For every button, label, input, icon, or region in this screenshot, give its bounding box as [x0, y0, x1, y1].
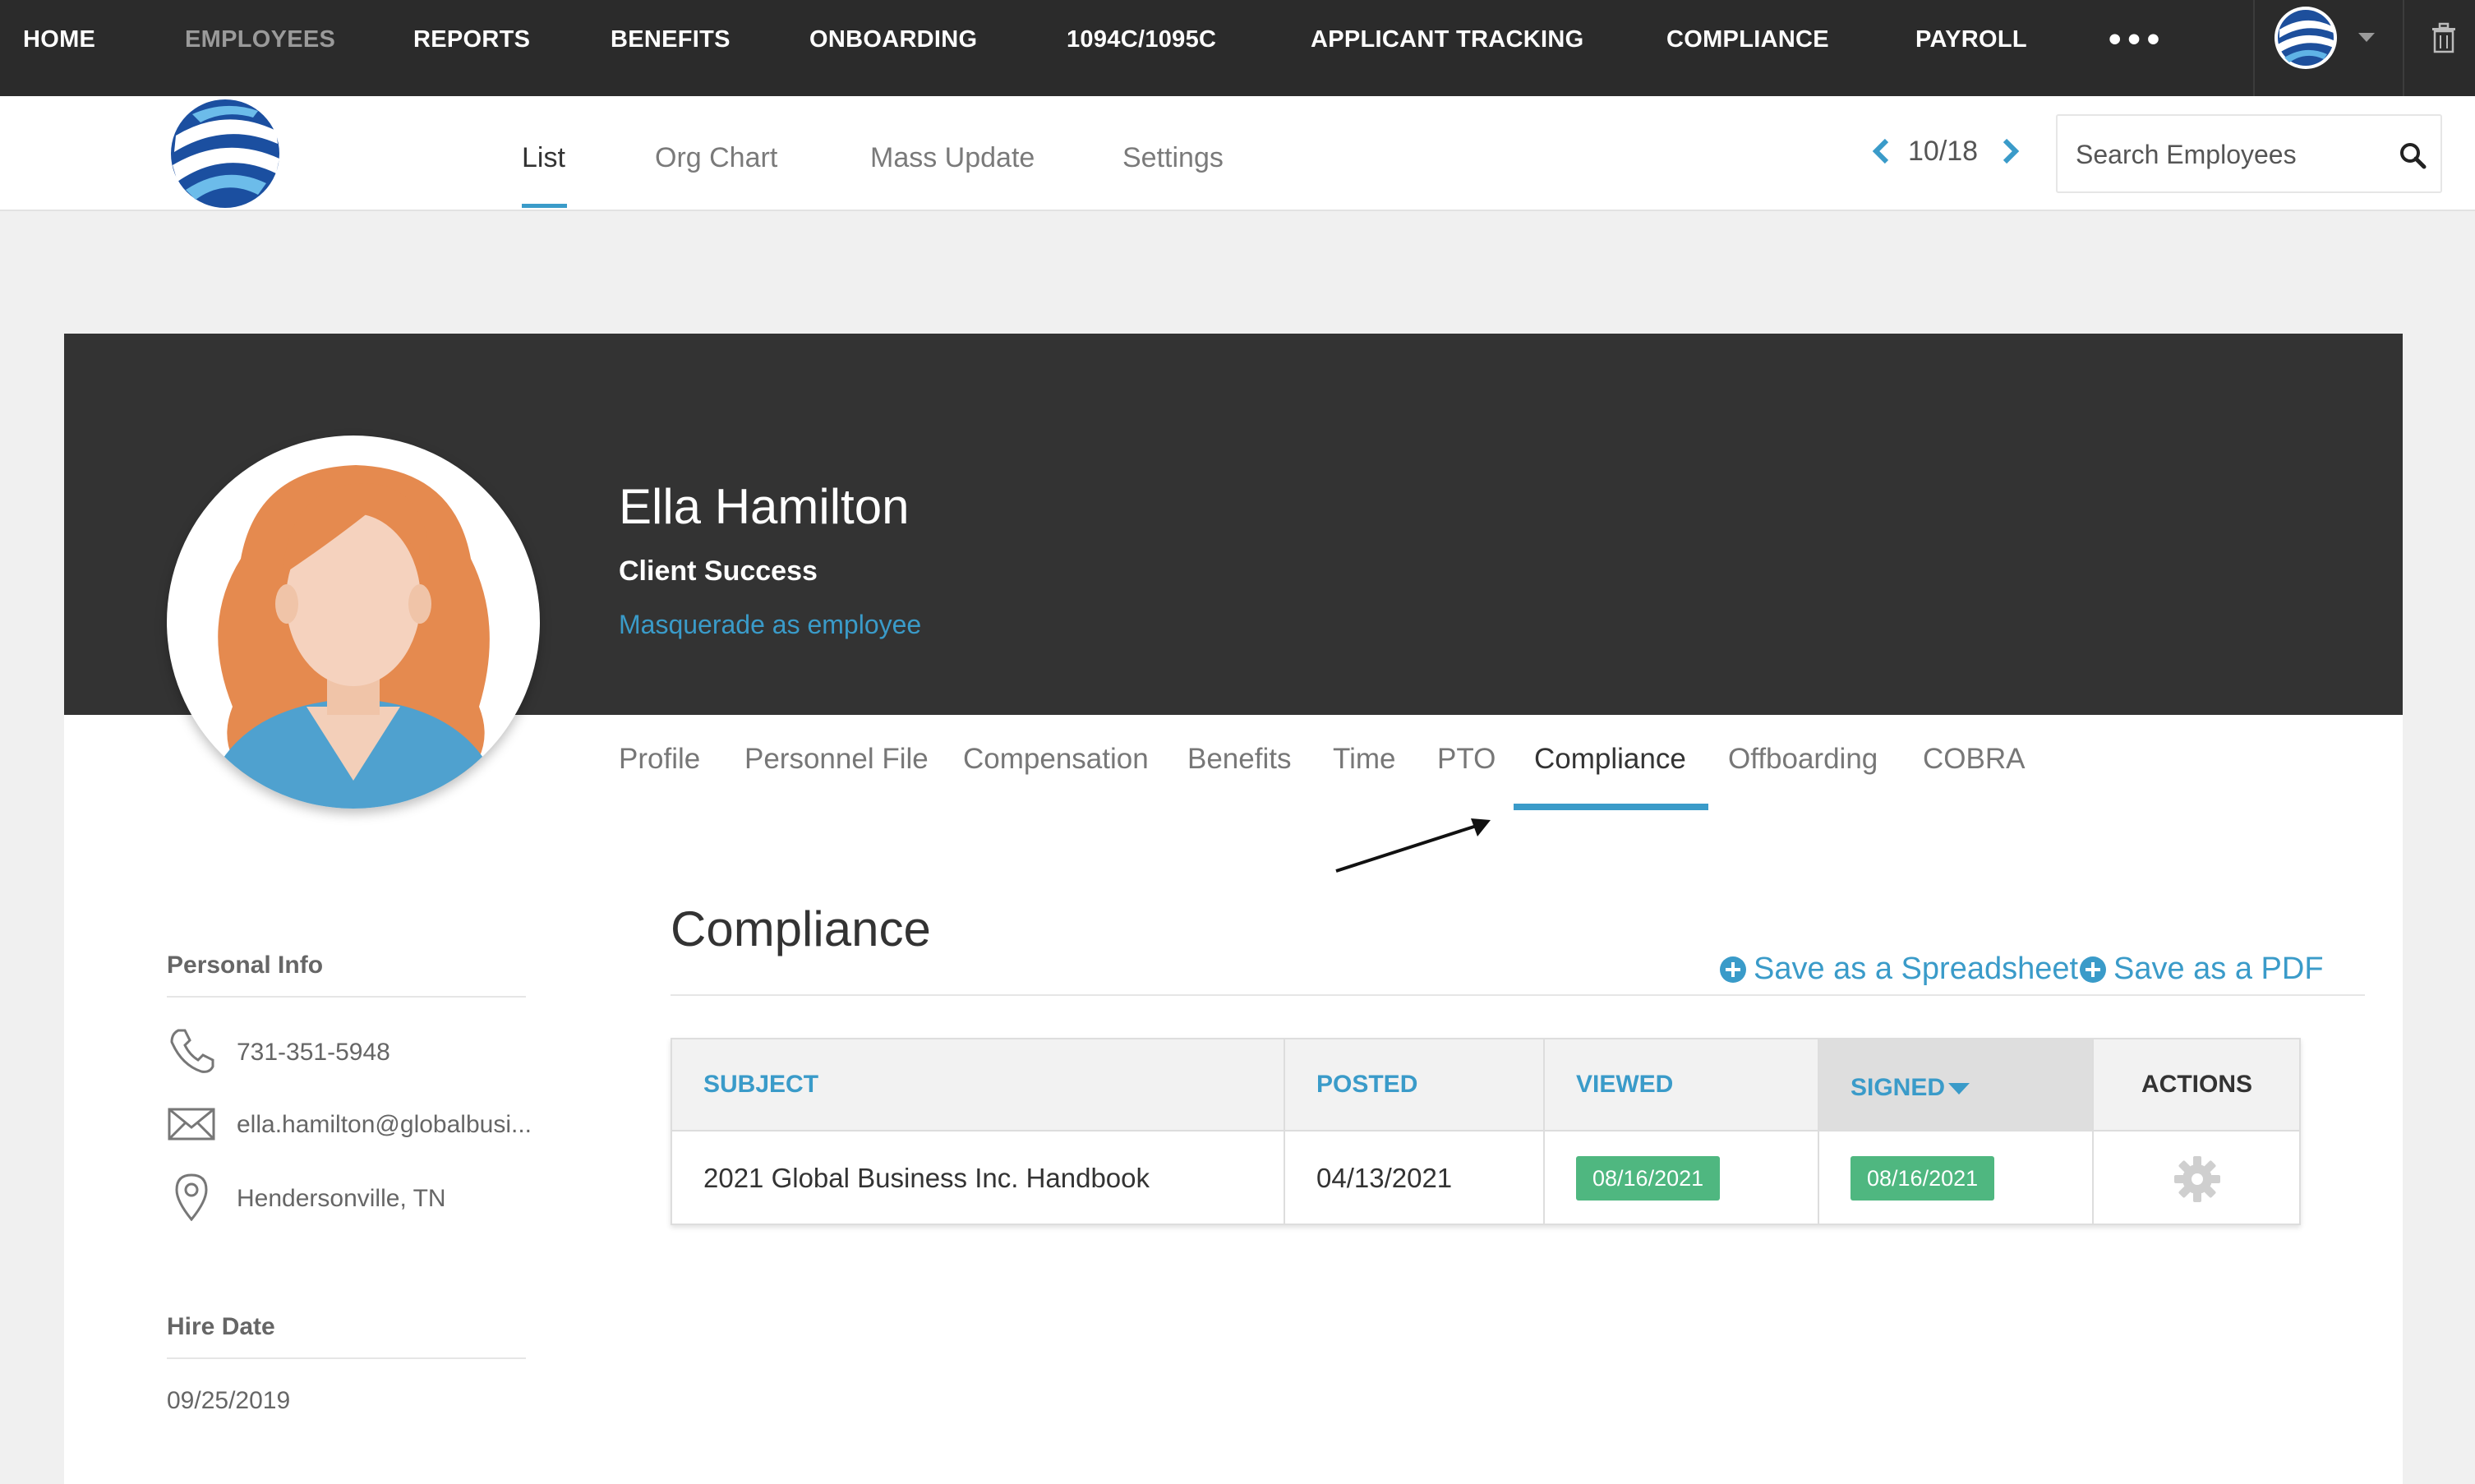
- tab-profile[interactable]: Profile: [619, 743, 700, 776]
- active-tab-indicator: [522, 204, 567, 208]
- personal-info-heading: Personal Info: [167, 952, 324, 979]
- hire-date-heading: Hire Date: [167, 1313, 275, 1340]
- tab-time[interactable]: Time: [1333, 743, 1395, 776]
- table-cell-subject: 2021 Global Business Inc. Handbook: [672, 1130, 1285, 1224]
- save-pdf-label: Save as a PDF: [2113, 952, 2324, 986]
- nav-home[interactable]: HOME: [23, 0, 95, 96]
- search-icon[interactable]: [2398, 141, 2427, 170]
- column-label-wrap: SIGNED: [1850, 1074, 1970, 1102]
- phone-number[interactable]: 731-351-5948: [237, 1039, 390, 1067]
- active-tab-indicator: [1514, 804, 1708, 810]
- column-header-viewed[interactable]: VIEWED: [1545, 1039, 1819, 1130]
- divider: [671, 994, 2365, 996]
- tab-pto[interactable]: PTO: [1437, 743, 1496, 776]
- location: Hendersonville, TN: [237, 1185, 446, 1212]
- globe-logo-icon[interactable]: [2273, 5, 2339, 71]
- section-title: Compliance: [671, 901, 931, 956]
- tab-compensation[interactable]: Compensation: [963, 743, 1149, 776]
- divider: [167, 996, 526, 998]
- email-address[interactable]: ella.hamilton@globalbusi...: [237, 1111, 532, 1139]
- signed-date-badge: 08/16/2021: [1850, 1156, 1995, 1201]
- tab-list[interactable]: List: [522, 142, 565, 174]
- phone-icon: [170, 1029, 214, 1073]
- column-header-posted[interactable]: POSTED: [1285, 1039, 1545, 1130]
- divider: [167, 1357, 526, 1359]
- employee-department: Client Success: [619, 555, 818, 587]
- column-label: SUBJECT: [703, 1071, 819, 1098]
- avatar-illustration: [201, 465, 505, 809]
- compliance-table: SUBJECT POSTED VIEWED SIGNED ACTIONS 202…: [671, 1038, 2301, 1225]
- tab-cobra[interactable]: COBRA: [1923, 743, 2025, 776]
- nav-employees[interactable]: EMPLOYEES: [185, 0, 335, 96]
- save-pdf-link[interactable]: Save as a PDF: [2079, 952, 2324, 987]
- nav-reports[interactable]: REPORTS: [413, 0, 530, 96]
- mail-icon: [168, 1108, 215, 1141]
- chevron-right-icon[interactable]: [2000, 137, 2021, 165]
- nav-divider: [2253, 0, 2255, 96]
- column-label: ACTIONS: [2141, 1071, 2252, 1098]
- nav-divider: [2403, 0, 2404, 96]
- tab-settings[interactable]: Settings: [1122, 142, 1224, 174]
- arrow-icon: [1335, 818, 1491, 873]
- column-label: VIEWED: [1576, 1071, 1674, 1098]
- save-spreadsheet-link[interactable]: Save as a Spreadsheet: [1719, 952, 2078, 987]
- nav-more[interactable]: •••: [2109, 0, 2166, 96]
- tab-offboarding[interactable]: Offboarding: [1728, 743, 1878, 776]
- table-cell-viewed: 08/16/2021: [1545, 1130, 1819, 1224]
- plus-circle-icon: [2080, 956, 2106, 983]
- column-header-subject[interactable]: SUBJECT: [672, 1039, 1285, 1130]
- tab-compliance[interactable]: Compliance: [1534, 743, 1686, 776]
- location-pin-icon: [175, 1173, 208, 1221]
- nav-payroll[interactable]: PAYROLL: [1915, 0, 2027, 96]
- column-label: SIGNED: [1850, 1074, 1946, 1101]
- chevron-down-icon[interactable]: [2358, 33, 2375, 42]
- avatar: [167, 436, 540, 809]
- search-box: [2056, 114, 2442, 193]
- nav-compliance[interactable]: COMPLIANCE: [1666, 0, 1829, 96]
- save-spreadsheet-label: Save as a Spreadsheet: [1754, 952, 2079, 986]
- viewed-date-badge: 08/16/2021: [1576, 1156, 1721, 1201]
- table-cell-signed: 08/16/2021: [1819, 1130, 2094, 1224]
- plus-circle-icon: [1720, 956, 1746, 983]
- search-input[interactable]: [2076, 136, 2388, 173]
- employee-name: Ella Hamilton: [619, 479, 910, 534]
- gear-icon[interactable]: [2173, 1154, 2222, 1204]
- employee-pager-count: 10/18: [1908, 136, 1979, 167]
- trash-icon[interactable]: [2429, 21, 2459, 54]
- table-cell-posted: 04/13/2021: [1285, 1130, 1545, 1224]
- top-nav: HOME EMPLOYEES REPORTS BENEFITS ONBOARDI…: [0, 0, 2475, 96]
- tab-benefits[interactable]: Benefits: [1187, 743, 1291, 776]
- tab-org-chart[interactable]: Org Chart: [655, 142, 777, 174]
- column-header-actions: ACTIONS: [2094, 1039, 2299, 1130]
- nav-applicant-tracking[interactable]: APPLICANT TRACKING: [1311, 0, 1583, 96]
- table-cell-actions: [2094, 1130, 2299, 1224]
- column-header-signed[interactable]: SIGNED: [1819, 1039, 2094, 1130]
- globe-logo-icon[interactable]: [168, 98, 283, 210]
- nav-1094c-1095c[interactable]: 1094C/1095C: [1067, 0, 1216, 96]
- column-label: POSTED: [1316, 1071, 1418, 1098]
- sort-desc-icon: [1948, 1083, 1970, 1095]
- masquerade-link[interactable]: Masquerade as employee: [619, 610, 921, 640]
- chevron-left-icon[interactable]: [1870, 137, 1892, 165]
- posted-date: 04/13/2021: [1316, 1163, 1453, 1193]
- hire-date: 09/25/2019: [167, 1387, 291, 1414]
- tab-personnel-file[interactable]: Personnel File: [744, 743, 929, 776]
- employee-card: Ella Hamilton Client Success Masquerade …: [64, 334, 2403, 1484]
- nav-benefits[interactable]: BENEFITS: [611, 0, 731, 96]
- nav-onboarding[interactable]: ONBOARDING: [809, 0, 977, 96]
- document-subject[interactable]: 2021 Global Business Inc. Handbook: [703, 1163, 1150, 1194]
- sub-header: List Org Chart Mass Update Settings 10/1…: [0, 96, 2475, 211]
- tab-mass-update[interactable]: Mass Update: [870, 142, 1035, 174]
